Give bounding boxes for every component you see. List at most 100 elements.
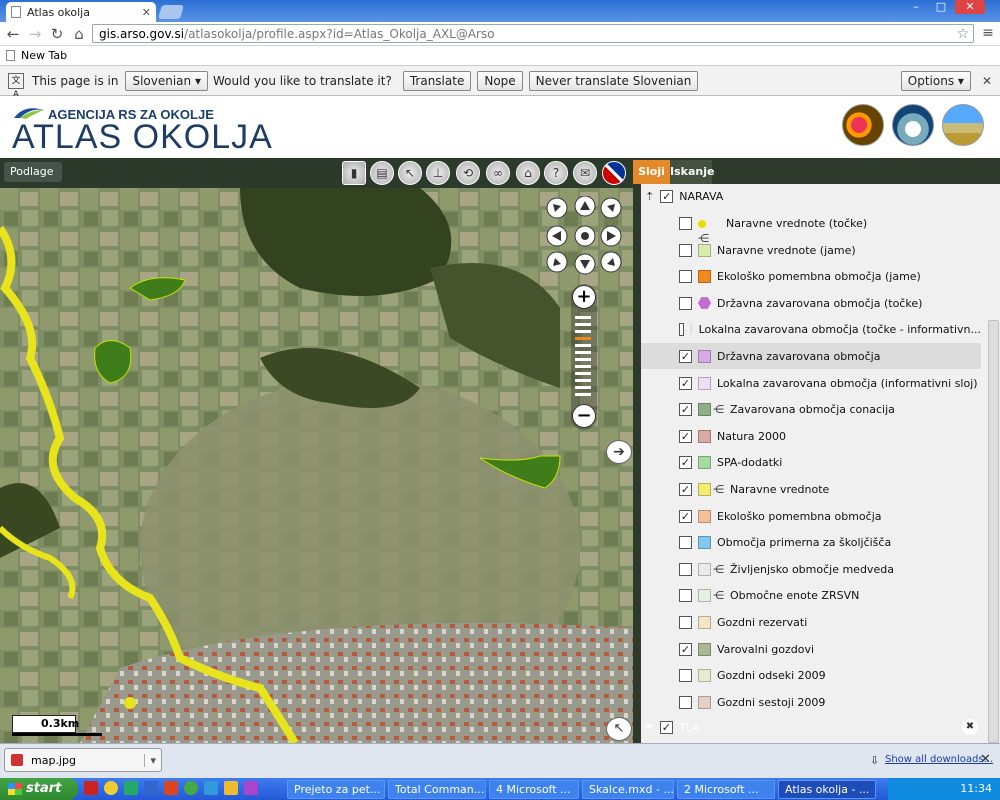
pan-control[interactable] — [545, 196, 625, 276]
layer-row[interactable]: ✓ ⋲ Naravne vrednote — [641, 476, 981, 502]
browser-tab[interactable]: Atlas okolja ✕ — [6, 2, 156, 22]
layer-row[interactable]: ⋲ Naravne vrednote (točke) — [641, 210, 981, 245]
address-bar[interactable]: gis.arso.gov.si/atlasokolja/profile.aspx… — [92, 24, 974, 43]
minimize-button[interactable]: – — [905, 0, 927, 14]
help-icon[interactable]: ? — [544, 161, 568, 185]
tab-search[interactable]: Iskanje — [670, 160, 714, 184]
overview-toggle-icon[interactable]: ↖ — [606, 717, 632, 741]
layer-checkbox[interactable]: ✓ — [679, 455, 692, 469]
layer-checkbox[interactable]: ✓ — [679, 349, 692, 363]
app-icon[interactable] — [104, 781, 118, 795]
layer-scroll-thumb[interactable] — [988, 320, 999, 743]
bookmark-new-tab[interactable]: New Tab — [21, 49, 67, 62]
layer-checkbox[interactable] — [679, 695, 692, 709]
layer-checkbox[interactable] — [679, 296, 692, 310]
download-item[interactable]: map.jpg ▾ — [4, 748, 162, 772]
slovenia-map-thumbnail[interactable] — [842, 104, 884, 146]
layer-checkbox[interactable]: ✓ — [679, 509, 692, 523]
layer-checkbox[interactable] — [679, 216, 692, 230]
layer-row[interactable]: Državna zavarovana območja (točke) — [641, 290, 981, 316]
layer-checkbox[interactable]: ✓ — [679, 482, 692, 496]
layer-row[interactable]: ⋲ Življenjsko območje medveda — [641, 556, 981, 582]
settings-icon[interactable]: ✖ — [962, 719, 978, 735]
zoom-out-button[interactable]: − — [572, 404, 596, 428]
layer-checkbox[interactable]: ✓ — [679, 642, 692, 656]
layer-checkbox[interactable] — [679, 588, 692, 602]
layer-row[interactable]: Gozdni rezervati — [641, 609, 981, 635]
app-icon[interactable] — [204, 781, 218, 795]
download-menu-icon[interactable]: ▾ — [144, 753, 161, 767]
english-flag-icon[interactable] — [602, 161, 626, 185]
layer-row[interactable]: Gozdni sestoji 2009 — [641, 689, 981, 715]
layer-row[interactable]: ✓ Ekološko pomembna območja — [641, 503, 981, 529]
app-icon[interactable] — [84, 781, 98, 795]
close-tab-icon[interactable]: ✕ — [142, 6, 151, 19]
layer-checkbox[interactable] — [679, 562, 692, 576]
app-icon[interactable] — [224, 781, 238, 795]
app-icon[interactable] — [184, 781, 198, 795]
layer-row[interactable]: Naravne vrednote (jame) — [641, 237, 981, 263]
home-icon[interactable]: ⌂ — [70, 25, 88, 43]
layer-row[interactable]: ✓ Natura 2000 — [641, 423, 981, 449]
measure-icon[interactable]: ⊥ — [426, 161, 450, 185]
options-button[interactable]: Options ▾ — [900, 70, 971, 91]
layer-checkbox[interactable]: ✓ — [679, 429, 692, 443]
language-select[interactable]: Slovenian ▾ — [125, 70, 208, 91]
zoom-in-button[interactable]: + — [572, 285, 596, 309]
app-icon[interactable] — [244, 781, 258, 795]
close-translate-icon[interactable]: ✕ — [982, 74, 992, 88]
layer-row[interactable]: ✓ Varovalni gozdovi — [641, 636, 981, 662]
app-icon[interactable] — [164, 781, 178, 795]
mail-icon[interactable]: ✉ — [573, 161, 597, 185]
reload-icon[interactable]: ↻ — [48, 25, 66, 43]
layer-row[interactable]: ⋲ Območne enote ZRSVN — [641, 582, 981, 608]
layer-row[interactable]: Lokalna zavarovana območja (točke - info… — [641, 316, 981, 342]
legend-tool-icon[interactable]: ▮ — [342, 161, 366, 185]
pointer-icon[interactable]: ↖ — [398, 161, 422, 185]
back-icon[interactable]: ← — [4, 25, 22, 43]
print-icon[interactable]: ▤ — [370, 161, 394, 185]
clock[interactable]: 11:34 — [960, 782, 992, 795]
never-translate-button[interactable]: Never translate Slovenian — [528, 70, 699, 91]
taskbar-item[interactable]: Skalce.mxd - ... — [582, 780, 674, 799]
maximize-button[interactable]: □ — [930, 0, 952, 14]
layer-checkbox[interactable]: ✓ — [679, 376, 692, 390]
taskbar-item[interactable]: Total Comman... — [388, 780, 486, 799]
collapse-panel-arrow-icon[interactable]: ➔ — [606, 440, 632, 464]
taskbar-item[interactable]: Prejeto za pet... — [287, 780, 385, 799]
filter-icon[interactable]: ⏷ — [645, 720, 654, 734]
layer-checkbox[interactable] — [679, 243, 692, 257]
group-collapse-icon[interactable]: ⇡ — [645, 190, 654, 203]
tab-layers[interactable]: Sloji — [633, 160, 670, 184]
taskbar-item[interactable]: 4 Microsoft ... — [489, 780, 579, 799]
home-extent-icon[interactable]: ⌂ — [516, 161, 540, 185]
menu-wrench-icon[interactable]: ≡ — [980, 25, 996, 41]
layer-row[interactable]: ✓ Lokalna zavarovana območja (informativn… — [641, 370, 981, 396]
translate-button[interactable]: Translate — [402, 70, 472, 91]
layer-row[interactable]: ✓ SPA-dodatki — [641, 449, 981, 475]
close-window-button[interactable]: ✕ — [955, 0, 985, 14]
taskbar-item[interactable]: 2 Microsoft ... — [677, 780, 775, 799]
group-tla[interactable]: ⏷ ✓ TLA — [641, 716, 981, 738]
previous-extent-icon[interactable]: ⟲ — [456, 161, 480, 185]
layer-checkbox[interactable]: ✓ — [679, 402, 692, 416]
taskbar-item-active[interactable]: Atlas okolja - ... — [778, 780, 876, 799]
forward-icon[interactable]: → — [26, 25, 44, 43]
app-icon[interactable] — [144, 781, 158, 795]
group-checkbox[interactable]: ✓ — [659, 720, 673, 734]
layer-checkbox[interactable] — [679, 322, 684, 336]
new-tab-button[interactable] — [158, 5, 184, 19]
nope-button[interactable]: Nope — [477, 70, 523, 91]
layer-row[interactable]: ✓ Državna zavarovana območja — [641, 343, 981, 369]
layer-row[interactable]: Ekološko pomembna območja (jame) — [641, 263, 981, 289]
layer-row[interactable]: Gozdni odseki 2009 — [641, 662, 981, 688]
group-narava[interactable]: ⇡ ✓ NARAVA — [641, 185, 981, 207]
group-checkbox[interactable]: ✓ — [660, 189, 674, 203]
compare-icon[interactable]: ∞ — [486, 161, 510, 185]
layer-checkbox[interactable] — [679, 269, 692, 283]
bookmark-star-icon[interactable]: ☆ — [956, 26, 969, 42]
app-icon[interactable] — [124, 781, 138, 795]
map-canvas[interactable] — [0, 188, 633, 743]
layer-checkbox[interactable] — [679, 535, 692, 549]
layer-checkbox[interactable] — [679, 668, 692, 682]
